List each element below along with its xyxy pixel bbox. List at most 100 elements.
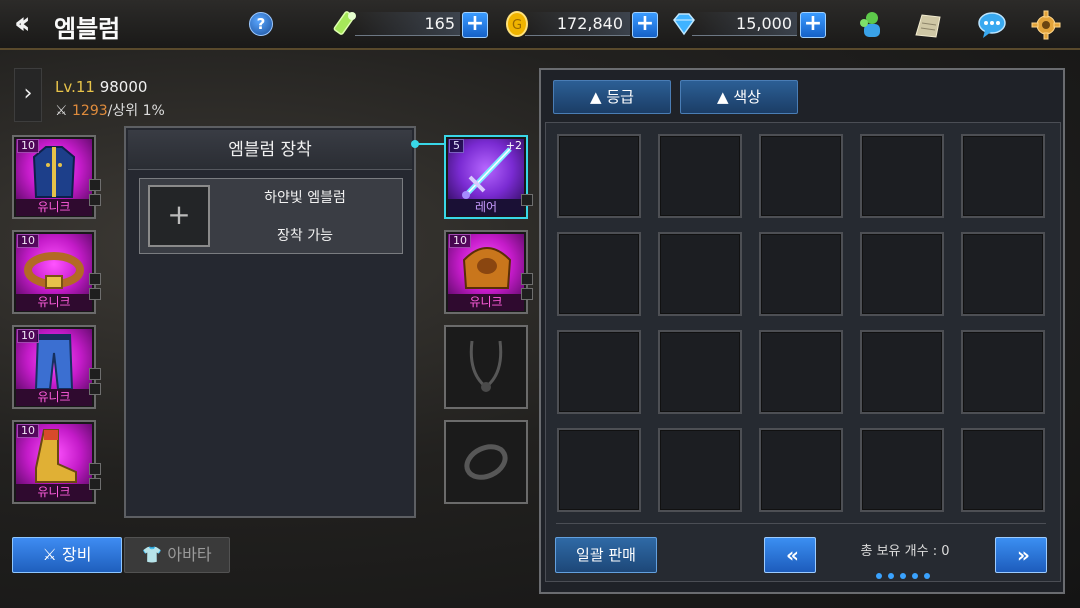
jacket-slot[interactable]: 10 유니크 [12, 135, 96, 219]
inventory-slot[interactable] [557, 232, 641, 316]
inventory-slot[interactable] [557, 330, 641, 414]
boots-slot[interactable]: 10 유니크 [12, 420, 96, 504]
item-level: 10 [17, 424, 39, 438]
tab-equipment-label: 장비 [61, 545, 92, 564]
back-button[interactable]: ‹‹ [14, 9, 46, 39]
emblem-name: 하얀빛 엠블럼 [264, 190, 346, 206]
page-indicator [876, 564, 936, 583]
inventory-slot[interactable] [961, 134, 1045, 218]
settings-gear-icon[interactable] [1030, 9, 1062, 41]
next-page-button[interactable]: » [995, 537, 1047, 573]
item-level: 10 [449, 234, 471, 248]
gem-value: 15,000 [736, 14, 792, 33]
divider [556, 523, 1046, 524]
pants-slot[interactable]: 10 유니크 [12, 325, 96, 409]
item-level: 10 [17, 234, 39, 248]
equip-panel-header: 엠블럼 장착 [128, 130, 412, 170]
inventory-slot[interactable] [860, 232, 944, 316]
page-dot [876, 573, 882, 579]
inventory-slot[interactable] [557, 428, 641, 512]
page-title: 엠블럼 [54, 15, 121, 43]
gem-socket [521, 288, 533, 300]
power-rank: /상위 1% [107, 103, 165, 119]
gem-socket [521, 194, 533, 206]
belt-icon [24, 252, 84, 289]
gem-socket [89, 194, 101, 206]
item-grade: 유니크 [16, 294, 92, 311]
inventory-slot[interactable] [961, 428, 1045, 512]
gem-socket [89, 383, 101, 395]
ring-icon [464, 444, 508, 480]
add-stamina-button[interactable]: + [462, 12, 488, 38]
item-grade: 레어 [448, 199, 524, 216]
inventory-slot[interactable] [860, 428, 944, 512]
item-grade: 유니크 [16, 199, 92, 216]
prev-page-button[interactable]: « [764, 537, 816, 573]
crossed-swords-icon: ⚔ [55, 103, 68, 119]
add-emblem-button[interactable]: + [148, 185, 210, 247]
stamina-value: 165 [424, 14, 455, 33]
inventory-slot[interactable] [557, 134, 641, 218]
armor-slot[interactable]: 10 유니크 [444, 230, 528, 314]
gem-socket [89, 273, 101, 285]
page-dot [924, 573, 930, 579]
inventory-slot[interactable] [658, 428, 742, 512]
item-grade: 유니크 [16, 389, 92, 406]
gem-socket [89, 368, 101, 380]
inventory-slot[interactable] [961, 232, 1045, 316]
inventory-slot[interactable] [759, 428, 843, 512]
emblem-entry[interactable]: + 하얀빛 엠블럼 장착 가능 [139, 178, 403, 254]
link-line [417, 143, 445, 145]
power-value: 1293 [72, 103, 108, 119]
add-gold-button[interactable]: + [632, 12, 658, 38]
page-dot [912, 573, 918, 579]
inventory-slot[interactable] [759, 232, 843, 316]
weapon-slot[interactable]: 5 +2 레어 [444, 135, 528, 219]
page-dot [888, 573, 894, 579]
level-label: Lv.11 [55, 78, 95, 96]
gold-value: 172,840 [556, 14, 623, 33]
gem-socket [89, 288, 101, 300]
tab-avatar-label: 아바타 [167, 545, 212, 564]
gem-socket [89, 179, 101, 191]
sort-by-grade-button[interactable]: ▲ 등급 [553, 80, 671, 114]
item-grade: 유니크 [448, 294, 524, 311]
item-level: 10 [17, 329, 39, 343]
expand-player-button[interactable]: › [14, 68, 42, 122]
tab-equipment[interactable]: ⚔ 장비 [12, 537, 122, 573]
inventory-slot[interactable] [658, 330, 742, 414]
inventory-slot[interactable] [860, 330, 944, 414]
player-level: Lv.11 98000 [55, 78, 147, 96]
inventory-slot[interactable] [860, 134, 944, 218]
player-exp: 98000 [99, 78, 148, 96]
emblem-equip-panel: 엠블럼 장착 + 하얀빛 엠블럼 장착 가능 [124, 126, 416, 518]
necklace-icon [469, 340, 503, 392]
mail-icon[interactable] [912, 9, 944, 41]
belt-slot[interactable]: 10 유니크 [12, 230, 96, 314]
crossed-swords-icon: ⚔ [42, 545, 57, 564]
inventory-slot[interactable] [658, 134, 742, 218]
emblem-status: 장착 가능 [277, 228, 333, 244]
avatar-shirt-icon: 👕 [142, 545, 163, 564]
item-level: 10 [17, 139, 39, 153]
gem-socket [521, 273, 533, 285]
help-icon[interactable]: ? [249, 12, 273, 36]
inventory-slot[interactable] [759, 134, 843, 218]
inventory-slot[interactable] [658, 232, 742, 316]
gem-socket [89, 478, 101, 490]
inventory-slot[interactable] [961, 330, 1045, 414]
chat-icon[interactable] [976, 9, 1008, 41]
necklace-slot[interactable] [444, 325, 528, 409]
item-count: 총 보유 개수 : 0 [860, 544, 950, 559]
add-gem-button[interactable]: + [800, 12, 826, 38]
enhance-level: +2 [505, 139, 522, 152]
gem-socket [89, 463, 101, 475]
tab-avatar[interactable]: 👕 아바타 [124, 537, 230, 573]
ring-slot[interactable] [444, 420, 528, 504]
sort-by-color-button[interactable]: ▲ 색상 [680, 80, 798, 114]
friends-icon[interactable] [854, 9, 886, 41]
item-level: 5 [449, 139, 464, 153]
sell-all-button[interactable]: 일괄 판매 [555, 537, 657, 573]
inventory-slot[interactable] [759, 330, 843, 414]
player-power: ⚔ 1293/상위 1% [55, 100, 165, 120]
